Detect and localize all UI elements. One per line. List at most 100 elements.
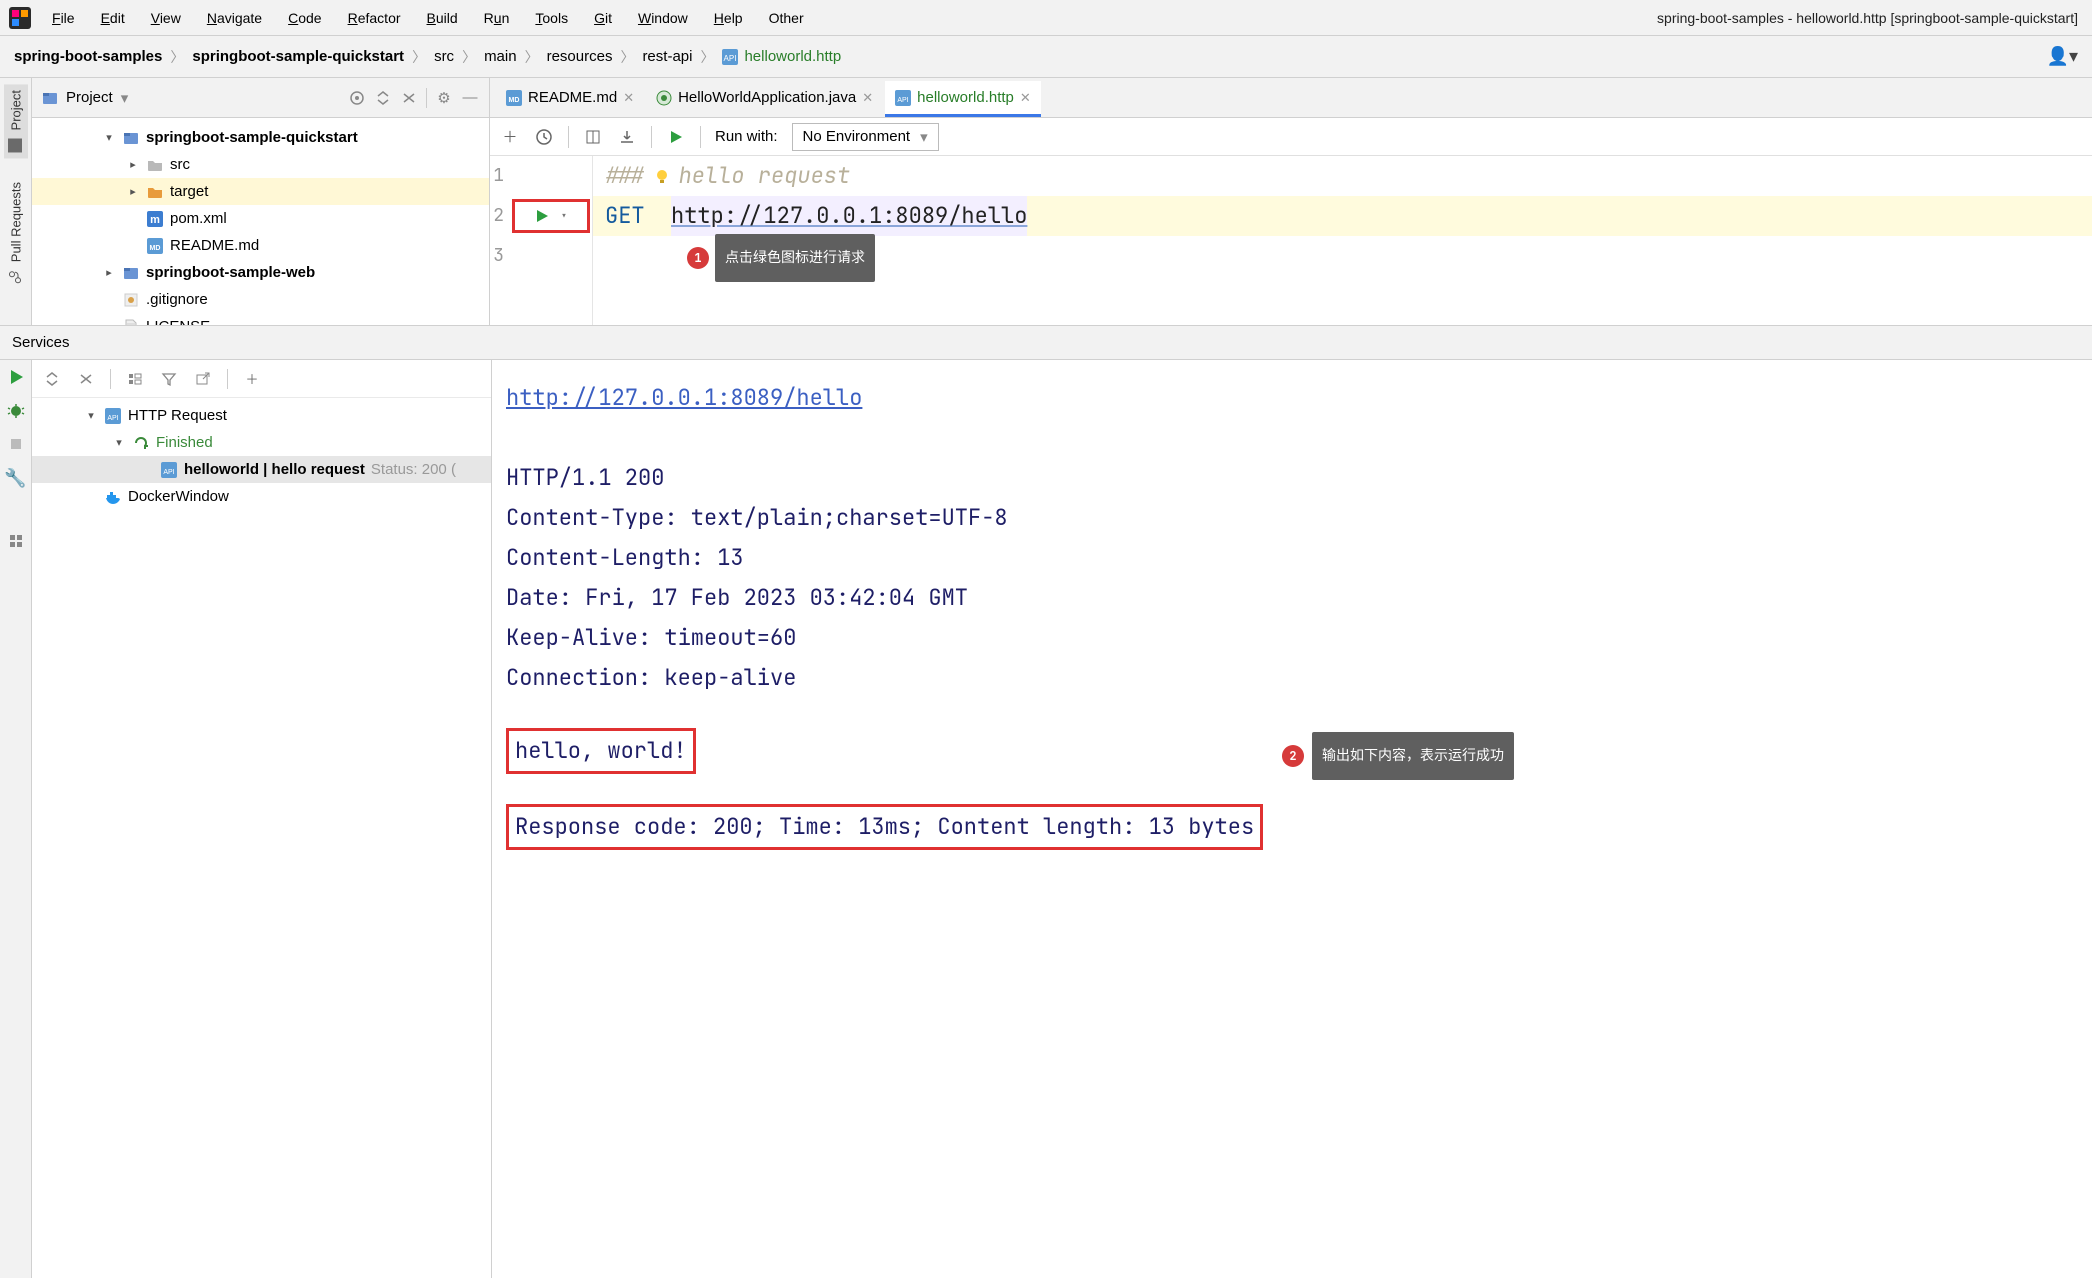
project-icon [42, 90, 58, 106]
svg-text:API: API [724, 54, 737, 63]
sidebar-tab-pull-requests[interactable]: Pull Requests [4, 176, 28, 290]
collapse-all-icon[interactable] [76, 369, 96, 389]
services-tree-item[interactable]: ▾Finished [32, 429, 491, 456]
tree-item[interactable]: ▸springboot-sample-web [32, 259, 489, 286]
close-tab-icon[interactable]: ✕ [862, 90, 873, 106]
import-icon[interactable] [617, 127, 637, 147]
crumb-4[interactable]: resources [547, 48, 613, 65]
collapse-all-icon[interactable] [400, 89, 418, 107]
run-all-icon[interactable] [666, 127, 686, 147]
annotation-1: 1 点击绿色图标进行请求 [687, 234, 875, 282]
folder-orange-icon [146, 184, 164, 200]
run-dropdown-icon[interactable]: ▾ [560, 196, 567, 236]
project-panel-title: Project [66, 89, 113, 106]
stop-icon[interactable] [8, 436, 24, 452]
menu-window[interactable]: Window [632, 6, 694, 30]
expand-all-icon[interactable] [374, 89, 392, 107]
response-header: Keep-Alive: timeout=60 [506, 618, 2078, 658]
crumb-0[interactable]: spring-boot-samples [14, 48, 162, 65]
menu-edit[interactable]: Edit [95, 6, 131, 30]
breadcrumb: spring-boot-samples 〉 springboot-sample-… [0, 36, 2092, 78]
git-icon [122, 292, 140, 308]
convert-icon[interactable] [583, 127, 603, 147]
tree-expander-icon[interactable]: ▸ [126, 152, 140, 178]
services-tree-item[interactable]: ▾APIHTTP Request [32, 402, 491, 429]
tree-item[interactable]: LICENSE [32, 313, 489, 325]
md-icon: MD [506, 90, 522, 106]
menu-git[interactable]: Git [588, 6, 618, 30]
close-tab-icon[interactable]: ✕ [1020, 90, 1031, 106]
close-tab-icon[interactable]: ✕ [623, 90, 634, 106]
menu-build[interactable]: Build [421, 6, 464, 30]
tree-item[interactable]: ▸target [32, 178, 489, 205]
user-icon[interactable]: 👤▾ [2047, 46, 2078, 67]
response-url[interactable]: http://127.0.0.1:8089/hello [506, 383, 862, 412]
history-icon[interactable] [534, 127, 554, 147]
select-opened-file-icon[interactable] [348, 89, 366, 107]
project-tree[interactable]: ▾springboot-sample-quickstart▸src▸target… [32, 118, 489, 325]
debug-icon[interactable] [7, 402, 25, 420]
module-icon [122, 130, 140, 146]
crumb-2[interactable]: src [434, 48, 454, 65]
tree-expander-icon[interactable]: ▾ [112, 429, 126, 457]
crumb-5[interactable]: rest-api [642, 48, 692, 65]
layout-icon[interactable] [8, 533, 24, 549]
hide-icon[interactable]: — [461, 89, 479, 107]
crumb-1[interactable]: springboot-sample-quickstart [192, 48, 404, 65]
open-in-tab-icon[interactable] [193, 369, 213, 389]
editor-body[interactable]: 1 2 ▾ 3 ### ### hello request hell [490, 156, 2092, 325]
chevron-down-icon[interactable]: ▾ [121, 89, 129, 107]
crumb-3[interactable]: main [484, 48, 517, 65]
menu-other[interactable]: Other [763, 6, 810, 30]
services-tree[interactable]: ▾APIHTTP Request▾FinishedAPIhelloworld |… [32, 398, 491, 1278]
response-output[interactable]: http://127.0.0.1:8089/hello HTTP/1.1 200… [492, 360, 2092, 1278]
menu-tools[interactable]: Tools [529, 6, 574, 30]
services-tree-item[interactable]: DockerWindow [32, 483, 491, 510]
editor-tab[interactable]: MDREADME.md✕ [496, 81, 644, 117]
api-icon: API [160, 462, 178, 478]
filter-icon[interactable] [159, 369, 179, 389]
intention-bulb-icon[interactable] [653, 167, 671, 185]
tree-item[interactable]: MDREADME.md [32, 232, 489, 259]
chevron-right-icon: 〉 [170, 47, 184, 67]
add-request-icon[interactable]: ＋ [500, 127, 520, 147]
services-tree-item[interactable]: APIhelloworld | hello request Status: 20… [32, 456, 491, 483]
menu-navigate[interactable]: Navigate [201, 6, 268, 30]
annotation-badge-1: 1 [687, 247, 709, 269]
api-file-icon: API [722, 49, 738, 65]
tree-expander-icon[interactable]: ▸ [126, 179, 140, 205]
settings-icon[interactable]: ⚙ [435, 89, 453, 107]
add-service-icon[interactable]: ＋ [242, 369, 262, 389]
menu-help[interactable]: Help [708, 6, 749, 30]
tree-expander-icon[interactable]: ▾ [84, 402, 98, 430]
services-panel-title: Services [0, 326, 2092, 360]
menu-file[interactable]: File [46, 6, 81, 30]
tree-item[interactable]: mpom.xml [32, 205, 489, 232]
editor-tab[interactable]: APIhelloworld.http✕ [885, 81, 1041, 117]
response-header: Content-Length: 13 [506, 538, 2078, 578]
code-content[interactable]: ### ### hello request hello request GET … [593, 156, 2092, 325]
tree-expander-icon[interactable]: ▾ [102, 125, 116, 151]
chevron-down-icon: ▾ [920, 128, 928, 146]
tree-item[interactable]: ▸src [32, 151, 489, 178]
services-tree-label: DockerWindow [128, 483, 229, 511]
tree-item[interactable]: .gitignore [32, 286, 489, 313]
group-icon[interactable] [125, 369, 145, 389]
svg-text:m: m [150, 214, 160, 226]
expand-all-icon[interactable] [42, 369, 62, 389]
tree-expander-icon[interactable]: ▸ [102, 260, 116, 286]
wrench-icon[interactable]: 🔧 [4, 468, 26, 489]
sidebar-tab-project[interactable]: Project [4, 84, 28, 158]
menu-refactor[interactable]: Refactor [342, 6, 407, 30]
tree-item[interactable]: ▾springboot-sample-quickstart [32, 124, 489, 151]
editor-tab[interactable]: HelloWorldApplication.java✕ [646, 81, 883, 117]
http-method: GET [605, 196, 645, 236]
environment-selector[interactable]: No Environment ▾ [792, 123, 939, 151]
services-panel: Services 🔧 ＋ ▾APIHTTP Request▾FinishedAP… [0, 326, 2092, 1278]
crumb-6[interactable]: API helloworld.http [722, 48, 841, 65]
run-request-icon[interactable] [534, 208, 550, 224]
menu-view[interactable]: View [145, 6, 187, 30]
menu-run[interactable]: Run [478, 6, 516, 30]
run-icon[interactable] [7, 368, 25, 386]
menu-code[interactable]: Code [282, 6, 327, 30]
